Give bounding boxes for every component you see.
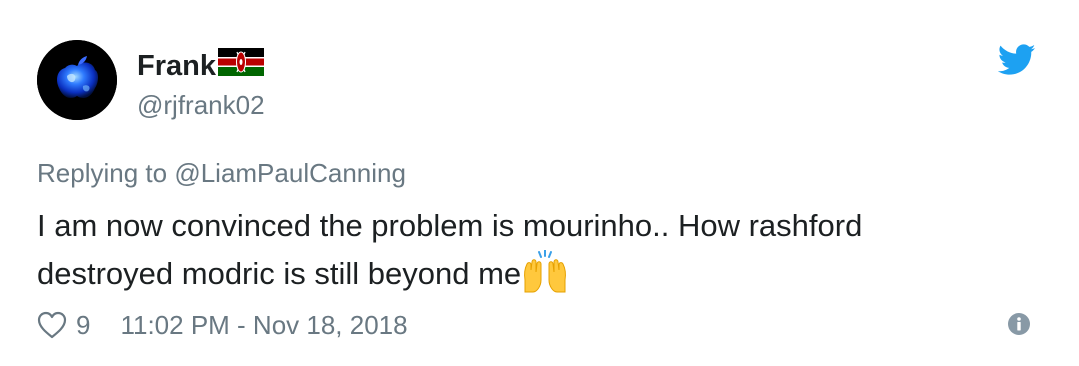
tweet-footer: 9 11:02 PM - Nov 18, 2018 [37,308,408,342]
embedded-tweet-card: Frank @rjfrank02 Replying to @LiamPaulCa… [0,0,1079,366]
author-handle[interactable]: @rjfrank02 [137,88,265,122]
tweet-text-line-2: destroyed modric is still beyond me [37,256,522,291]
tweet-text: I am now convinced the problem is mourin… [37,202,1037,308]
like-button[interactable]: 9 [37,310,90,341]
like-count: 9 [76,309,91,340]
replying-to-prefix: Replying to [37,158,175,188]
heart-outline-icon [37,311,67,339]
tweet-text-line-1: I am now convinced the problem is mourin… [37,208,863,243]
author-display-name[interactable]: Frank [137,46,216,86]
tweet-timestamp-link[interactable]: 11:02 PM - Nov 18, 2018 [120,310,407,341]
avatar-image-icon [37,40,117,120]
twitter-bird-icon[interactable] [997,44,1036,76]
author-name-row[interactable]: Frank [137,46,264,86]
tweet-text-line-2-wrap: destroyed modric is still beyond me [37,249,1037,308]
kenya-flag-icon [217,47,264,81]
author-avatar[interactable] [37,40,117,120]
info-icon[interactable] [1008,313,1030,335]
replying-to-line: Replying to @LiamPaulCanning [37,156,406,190]
reply-mention-link[interactable]: @LiamPaulCanning [174,158,406,188]
raising-hands-emoji-icon [521,249,569,308]
